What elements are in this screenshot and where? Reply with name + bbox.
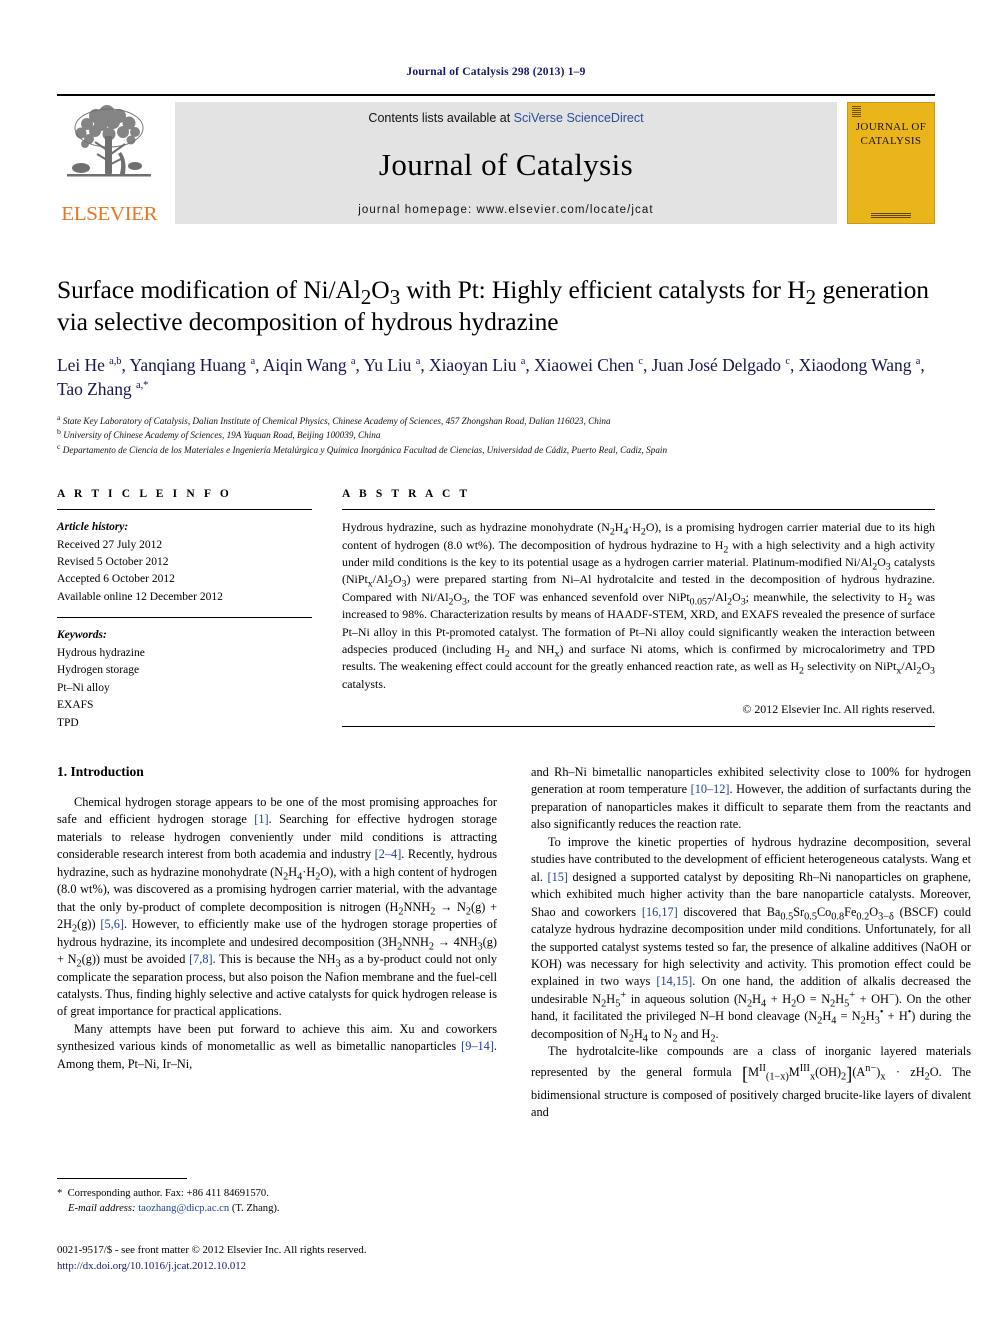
author-list: Lei He a,b, Yanqiang Huang a, Aiqin Wang… — [57, 355, 925, 400]
abstract-copyright: © 2012 Elsevier Inc. All rights reserved… — [742, 702, 935, 716]
journal-title: Journal of Catalysis — [378, 146, 634, 182]
paragraph: To improve the kinetic properties of hyd… — [531, 834, 971, 1045]
elsevier-tree-icon — [67, 105, 151, 177]
cover-title-line1: JOURNAL OF — [855, 121, 927, 133]
keywords-label: Keywords: — [57, 629, 107, 642]
elsevier-logo: ELSEVIER — [57, 102, 161, 224]
elsevier-wordmark: ELSEVIER — [61, 203, 157, 225]
article-info-column: A R T I C L E I N F O Article history: R… — [57, 488, 312, 732]
email-note: E-mail address: taozhang@dicp.ac.cn (T. … — [57, 1201, 497, 1216]
citation-link[interactable]: [7,8] — [189, 952, 213, 966]
affiliation-b-text: University of Chinese Academy of Science… — [63, 430, 381, 441]
running-head: Journal of Catalysis 298 (2013) 1–9 — [406, 66, 586, 78]
paragraph: Many attempts have been put forward to a… — [57, 1021, 497, 1071]
journal-cover-thumbnail[interactable]: JOURNAL OF CATALYSIS — [847, 102, 935, 224]
citation-link[interactable]: [10–12] — [691, 782, 730, 796]
footnote-divider — [57, 1178, 187, 1179]
citation-link[interactable]: [14,15] — [656, 974, 692, 988]
affiliation-c: c Departamento de Ciencia de los Materia… — [57, 442, 668, 456]
page-title: Surface modification of Ni/Al2O3 with Pt… — [57, 275, 929, 337]
paragraph: and Rh–Ni bimetallic nanoparticles exhib… — [531, 764, 971, 832]
info-abstract-section: A R T I C L E I N F O Article history: R… — [57, 488, 935, 732]
contents-line: Contents lists available at SciVerse Sci… — [368, 111, 643, 125]
journal-homepage[interactable]: journal homepage: www.elsevier.com/locat… — [358, 204, 653, 216]
article-history-label: Article history: — [57, 521, 129, 534]
abstract-column: A B S T R A C T Hydrous hydrazine, such … — [342, 488, 935, 732]
cover-footer-mark — [871, 213, 911, 218]
journal-masthead: ELSEVIER Contents lists available at Sci… — [57, 94, 935, 224]
abstract-text: Hydrous hydrazine, such as hydrazine mon… — [342, 520, 936, 691]
body-columns: 1. Introduction Chemical hydrogen storag… — [57, 764, 971, 1122]
affiliation-c-text: Departamento de Ciencia de los Materiale… — [62, 445, 668, 456]
title-block: Surface modification of Ni/Al2O3 with Pt… — [57, 274, 935, 458]
contents-prefix: Contents lists available at — [368, 111, 514, 125]
cover-title: JOURNAL OF CATALYSIS — [856, 121, 927, 149]
citation-link[interactable]: [9–14] — [461, 1039, 494, 1053]
body-column-right: and Rh–Ni bimetallic nanoparticles exhib… — [531, 764, 971, 1122]
issn-block: 0021-9517/$ - see front matter © 2012 El… — [57, 1243, 517, 1274]
abstract-heading: A B S T R A C T — [342, 488, 471, 501]
sciencedirect-link[interactable]: SciVerse ScienceDirect — [514, 111, 644, 125]
citation-link[interactable]: [2–4] — [375, 847, 402, 861]
keyword-item: Hydrogen storage — [57, 664, 140, 677]
citation-link[interactable]: [16,17] — [642, 905, 678, 919]
keyword-item: EXAFS — [57, 699, 94, 712]
citation-link[interactable]: [5,6] — [100, 917, 124, 931]
paragraph: Chemical hydrogen storage appears to be … — [57, 794, 498, 1019]
corresponding-author-note: * Corresponding author. Fax: +86 411 846… — [57, 1188, 269, 1199]
citation-link[interactable]: [15] — [548, 870, 569, 884]
footnote-block: * Corresponding author. Fax: +86 411 846… — [57, 1178, 497, 1217]
citation-link[interactable]: [1] — [254, 812, 268, 826]
masthead-center-panel: Contents lists available at SciVerse Sci… — [175, 102, 837, 224]
abstract-divider-top — [342, 509, 935, 511]
cover-corner-mark — [852, 106, 861, 117]
email-suffix: (T. Zhang). — [231, 1203, 280, 1215]
doi-link[interactable]: http://dx.doi.org/10.1016/j.jcat.2012.10… — [57, 1259, 517, 1275]
keyword-item: Hydrous hydrazine — [57, 646, 145, 659]
corresponding-author-text: Corresponding author. Fax: +86 411 84691… — [67, 1188, 269, 1199]
history-item: Available online 12 December 2012 — [57, 590, 223, 603]
cover-title-line2: CATALYSIS — [860, 134, 922, 147]
affiliation-list: a State Key Laboratory of Catalysis, Dal… — [57, 412, 935, 459]
paragraph: The hydrotalcite-like compounds are a cl… — [531, 1044, 971, 1120]
info-divider-middle — [57, 617, 312, 619]
abstract-divider-bottom — [342, 726, 935, 727]
section-heading-introduction: 1. Introduction — [57, 763, 144, 779]
affiliation-b: b University of Chinese Academy of Scien… — [57, 427, 381, 441]
article-history-list: Received 27 July 2012 Revised 5 October … — [57, 537, 312, 607]
keyword-item: Pt–Ni alloy — [57, 681, 110, 694]
history-item: Received 27 July 2012 — [57, 538, 163, 551]
history-item: Accepted 6 October 2012 — [57, 573, 175, 586]
info-divider-top — [57, 509, 312, 511]
affiliation-a: a State Key Laboratory of Catalysis, Dal… — [57, 412, 611, 426]
keywords-list: Hydrous hydrazine Hydrogen storage Pt–Ni… — [57, 645, 312, 732]
article-page: Journal of Catalysis 298 (2013) 1–9 ELSE… — [0, 0, 992, 1323]
email-label: E-mail address: — [68, 1203, 136, 1215]
email-link[interactable]: taozhang@dicp.ac.cn — [138, 1203, 229, 1214]
history-item: Revised 5 October 2012 — [57, 555, 169, 568]
keyword-item: TPD — [57, 716, 79, 729]
issn-line: 0021-9517/$ - see front matter © 2012 El… — [57, 1244, 367, 1256]
article-info-heading: A R T I C L E I N F O — [57, 488, 232, 501]
affiliation-a-text: State Key Laboratory of Catalysis, Dalia… — [62, 415, 611, 426]
body-column-left: 1. Introduction Chemical hydrogen storag… — [57, 764, 497, 1122]
